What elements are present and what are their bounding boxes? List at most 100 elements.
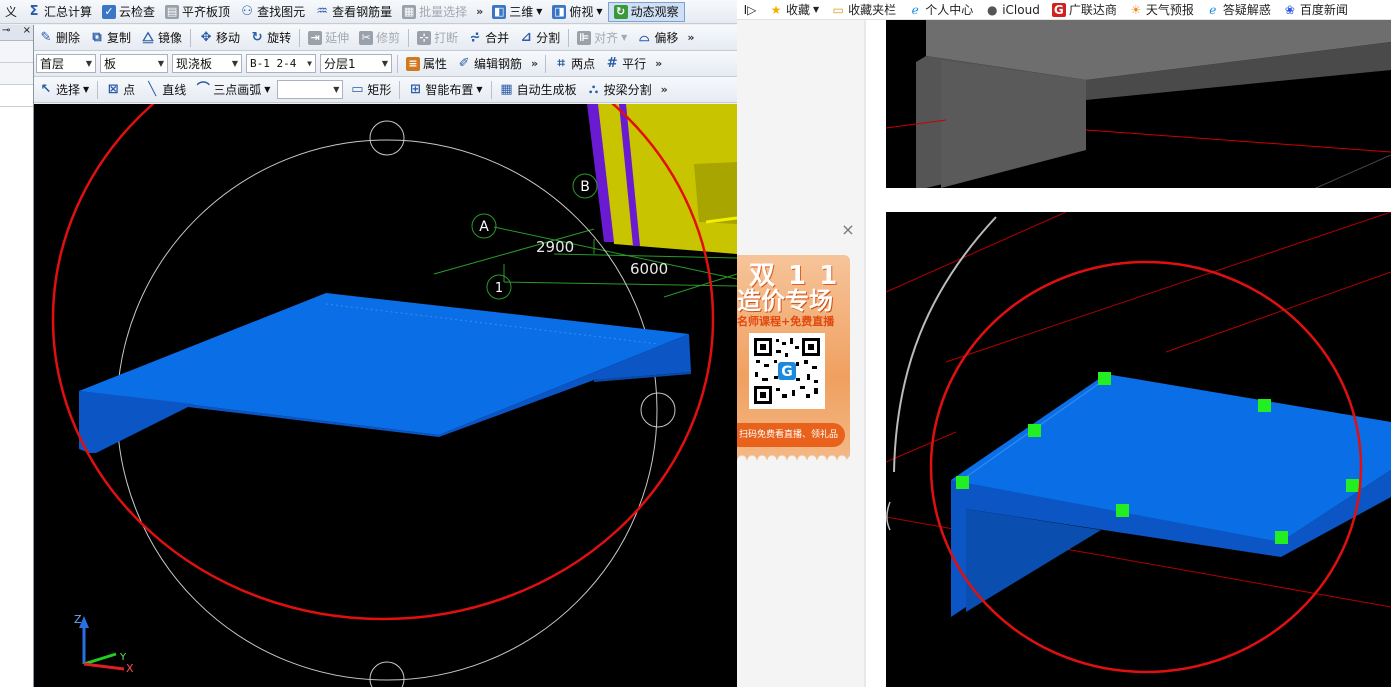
offset-button[interactable]: ⌓ 偏移 <box>632 28 683 48</box>
sum-calc-button[interactable]: Σ 汇总计算 <box>22 2 97 22</box>
panel-row[interactable] <box>0 41 33 63</box>
smart-layout-dropdown[interactable]: ⊞ 智能布置 ▼ <box>403 80 487 100</box>
bookmark-weather[interactable]: ☀ 天气预报 <box>1123 1 1200 18</box>
qr-code-image: G <box>752 336 822 406</box>
auto-generate-slab-button[interactable]: ▦ 自动生成板 <box>495 80 582 100</box>
panel-row[interactable] <box>0 63 33 85</box>
two-points-button[interactable]: ⌗ 两点 <box>549 54 600 74</box>
rectangle-icon: ▭ <box>351 81 364 97</box>
cad-application: 义 Σ 汇总计算 ✓ 云检查 ▤ 平齐板顶 ⚇ 查找图元 ♒ 查看钢筋量 ▦ 批量选择 » … <box>0 0 737 687</box>
merge-button[interactable]: ⩫ 合并 <box>463 28 514 48</box>
toolbar-overflow[interactable]: » <box>657 83 672 96</box>
sidebar-toggle[interactable]: I▷ <box>737 3 763 17</box>
parallel-button[interactable]: # 平行 <box>600 54 651 74</box>
chevron-down-icon: ▼ <box>333 85 340 94</box>
3d-viewport[interactable]: A B 1 2900 6000 Z X Y <box>34 104 737 687</box>
panel-header: ⊸ × <box>0 25 33 41</box>
cube-top-icon: ◨ <box>552 4 567 19</box>
panel-row[interactable] <box>0 85 33 107</box>
pin-icon[interactable]: ⊸ <box>2 25 10 40</box>
arc-icon: ⌒ <box>196 81 210 97</box>
find-element-button[interactable]: ⚇ 查找图元 <box>235 2 310 22</box>
apple-icon: ● <box>986 2 998 17</box>
smart-layout-icon: ⊞ <box>409 81 421 97</box>
toolbar-overflow[interactable]: » <box>472 5 487 18</box>
bookmark-baidu-news[interactable]: ❀ 百度新闻 <box>1277 1 1354 18</box>
divider <box>397 54 398 73</box>
promo-ad[interactable]: 双 1 1 造价专场 名师课程+免费直播 G 扫码免费看直播、领礼品 <box>737 255 850 460</box>
cloud-check-button[interactable]: ✓ 云检查 <box>97 2 160 22</box>
move-button[interactable]: ✥ 移动 <box>194 28 245 48</box>
element-type-select[interactable]: 板 ▼ <box>100 54 168 73</box>
align-dropdown[interactable]: ⊫ 对齐 ▼ <box>572 28 632 48</box>
layer-select[interactable]: 分层1 ▼ <box>320 54 392 73</box>
top-view-dropdown[interactable]: ◨ 俯视 ▼ <box>547 2 607 22</box>
bookmark-personal[interactable]: ℯ 个人中心 <box>902 1 979 18</box>
split-beam-icon: ⛬ <box>589 81 599 97</box>
bookmark-icloud[interactable]: ● iCloud <box>979 3 1046 17</box>
divider <box>190 28 192 47</box>
close-ad-button[interactable]: × <box>840 222 856 238</box>
mirror-button[interactable]: ⧋ 镜像 <box>136 28 187 48</box>
chevron-down-icon: ▼ <box>307 59 312 68</box>
element-subtype-select[interactable]: 现浇板 ▼ <box>172 54 242 73</box>
trim-button[interactable]: ✂ 修剪 <box>354 28 405 48</box>
merge-icon: ⩫ <box>469 29 481 45</box>
rectangle-button[interactable]: ▭ 矩形 <box>345 80 396 100</box>
view-3d-dropdown[interactable]: ◧ 三维 ▼ <box>487 2 547 22</box>
divider <box>408 28 410 47</box>
parallel-icon: # <box>606 55 618 71</box>
bookmark-qa[interactable]: ℯ 答疑解惑 <box>1200 1 1277 18</box>
ad-title: 造价专场 <box>737 287 833 315</box>
close-icon[interactable]: × <box>23 25 31 40</box>
chevron-down-icon: ▼ <box>621 33 628 42</box>
svg-text:A: A <box>479 219 489 235</box>
split-button[interactable]: ⊿ 分割 <box>514 28 565 48</box>
dynamic-observe-button[interactable]: ↻ 动态观察 <box>607 1 685 22</box>
line-button[interactable]: ╲ 直线 <box>140 80 191 100</box>
batch-select-button[interactable]: ▦ 批量选择 <box>397 2 472 22</box>
floor-select[interactable]: 首层 ▼ <box>36 54 96 73</box>
arc-dropdown[interactable]: ⌒ 三点画弧 ▼ <box>191 80 275 100</box>
bookmarks-bar: I▷ ★ 收藏 ▼ ▭ 收藏夹栏 ℯ 个人中心 ● iCloud G 广联达商 ☀ 天气预报 … <box>737 0 1391 20</box>
bookmark-favorites[interactable]: ★ 收藏 ▼ <box>763 1 825 18</box>
bookmark-favbar[interactable]: ▭ 收藏夹栏 <box>825 1 902 18</box>
flush-slab-top-button[interactable]: ▤ 平齐板顶 <box>160 2 235 22</box>
copy-button[interactable]: ⧉ 复制 <box>85 28 136 48</box>
arc-option-select[interactable]: ▼ <box>277 80 344 99</box>
rotate-button[interactable]: ↻ 旋转 <box>245 28 296 48</box>
axis-label-1: 1 <box>486 274 512 300</box>
glodon-icon: G <box>1051 2 1066 17</box>
qr-code[interactable]: G <box>749 333 825 409</box>
orbit-icon: ↻ <box>613 4 628 19</box>
toolbar-overflow[interactable]: » <box>683 31 698 44</box>
draw-toolbar: ↖ 选择 ▼ ⊠ 点 ╲ 直线 ⌒ 三点画弧 ▼ ▼ ▭ 矩形 ⊞ 智能布置 ▼ ▦ 自动生成板 ⛬… <box>34 77 737 103</box>
toolbar-overflow[interactable]: » <box>651 57 666 70</box>
left-panel: ⊸ × <box>0 25 34 687</box>
chevron-down-icon: ▼ <box>813 5 820 14</box>
view-rebar-button[interactable]: ♒ 查看钢筋量 <box>310 2 397 22</box>
svg-text:X: X <box>126 662 134 675</box>
bookmark-glodon[interactable]: G 广联达商 <box>1046 1 1123 18</box>
toolbar-overflow[interactable]: » <box>527 57 542 70</box>
edit-rebar-button[interactable]: ✐ 编辑钢筋 <box>452 54 527 74</box>
split-by-beam-button[interactable]: ⛬ 按梁分割 <box>582 80 657 100</box>
break-button[interactable]: ⊹ 打断 <box>412 28 463 48</box>
browser-area: I▷ ★ 收藏 ▼ ▭ 收藏夹栏 ℯ 个人中心 ● iCloud G 广联达商 ☀ 天气预报 … <box>737 0 1391 687</box>
divider <box>568 28 570 47</box>
property-button[interactable]: ≡ 属性 <box>401 54 452 74</box>
element-name-select[interactable]: B-1 2-4 ▼ <box>246 54 316 73</box>
divider <box>399 80 401 99</box>
sigma-icon: Σ <box>29 3 39 19</box>
extend-icon: ⇥ <box>308 30 323 45</box>
slab-3d[interactable] <box>79 293 691 453</box>
extend-button[interactable]: ⇥ 延伸 <box>303 28 354 48</box>
star-icon: ★ <box>770 2 782 17</box>
delete-button[interactable]: ✎ 删除 <box>34 28 85 48</box>
cut-menu[interactable]: 义 <box>0 2 22 22</box>
reference-render-1 <box>886 20 1391 188</box>
select-dropdown[interactable]: ↖ 选择 ▼ <box>34 80 94 100</box>
viewport-canvas: A B 1 2900 6000 Z X Y <box>51 104 737 687</box>
rotate-icon: ↻ <box>251 29 263 45</box>
point-button[interactable]: ⊠ 点 <box>101 80 140 100</box>
